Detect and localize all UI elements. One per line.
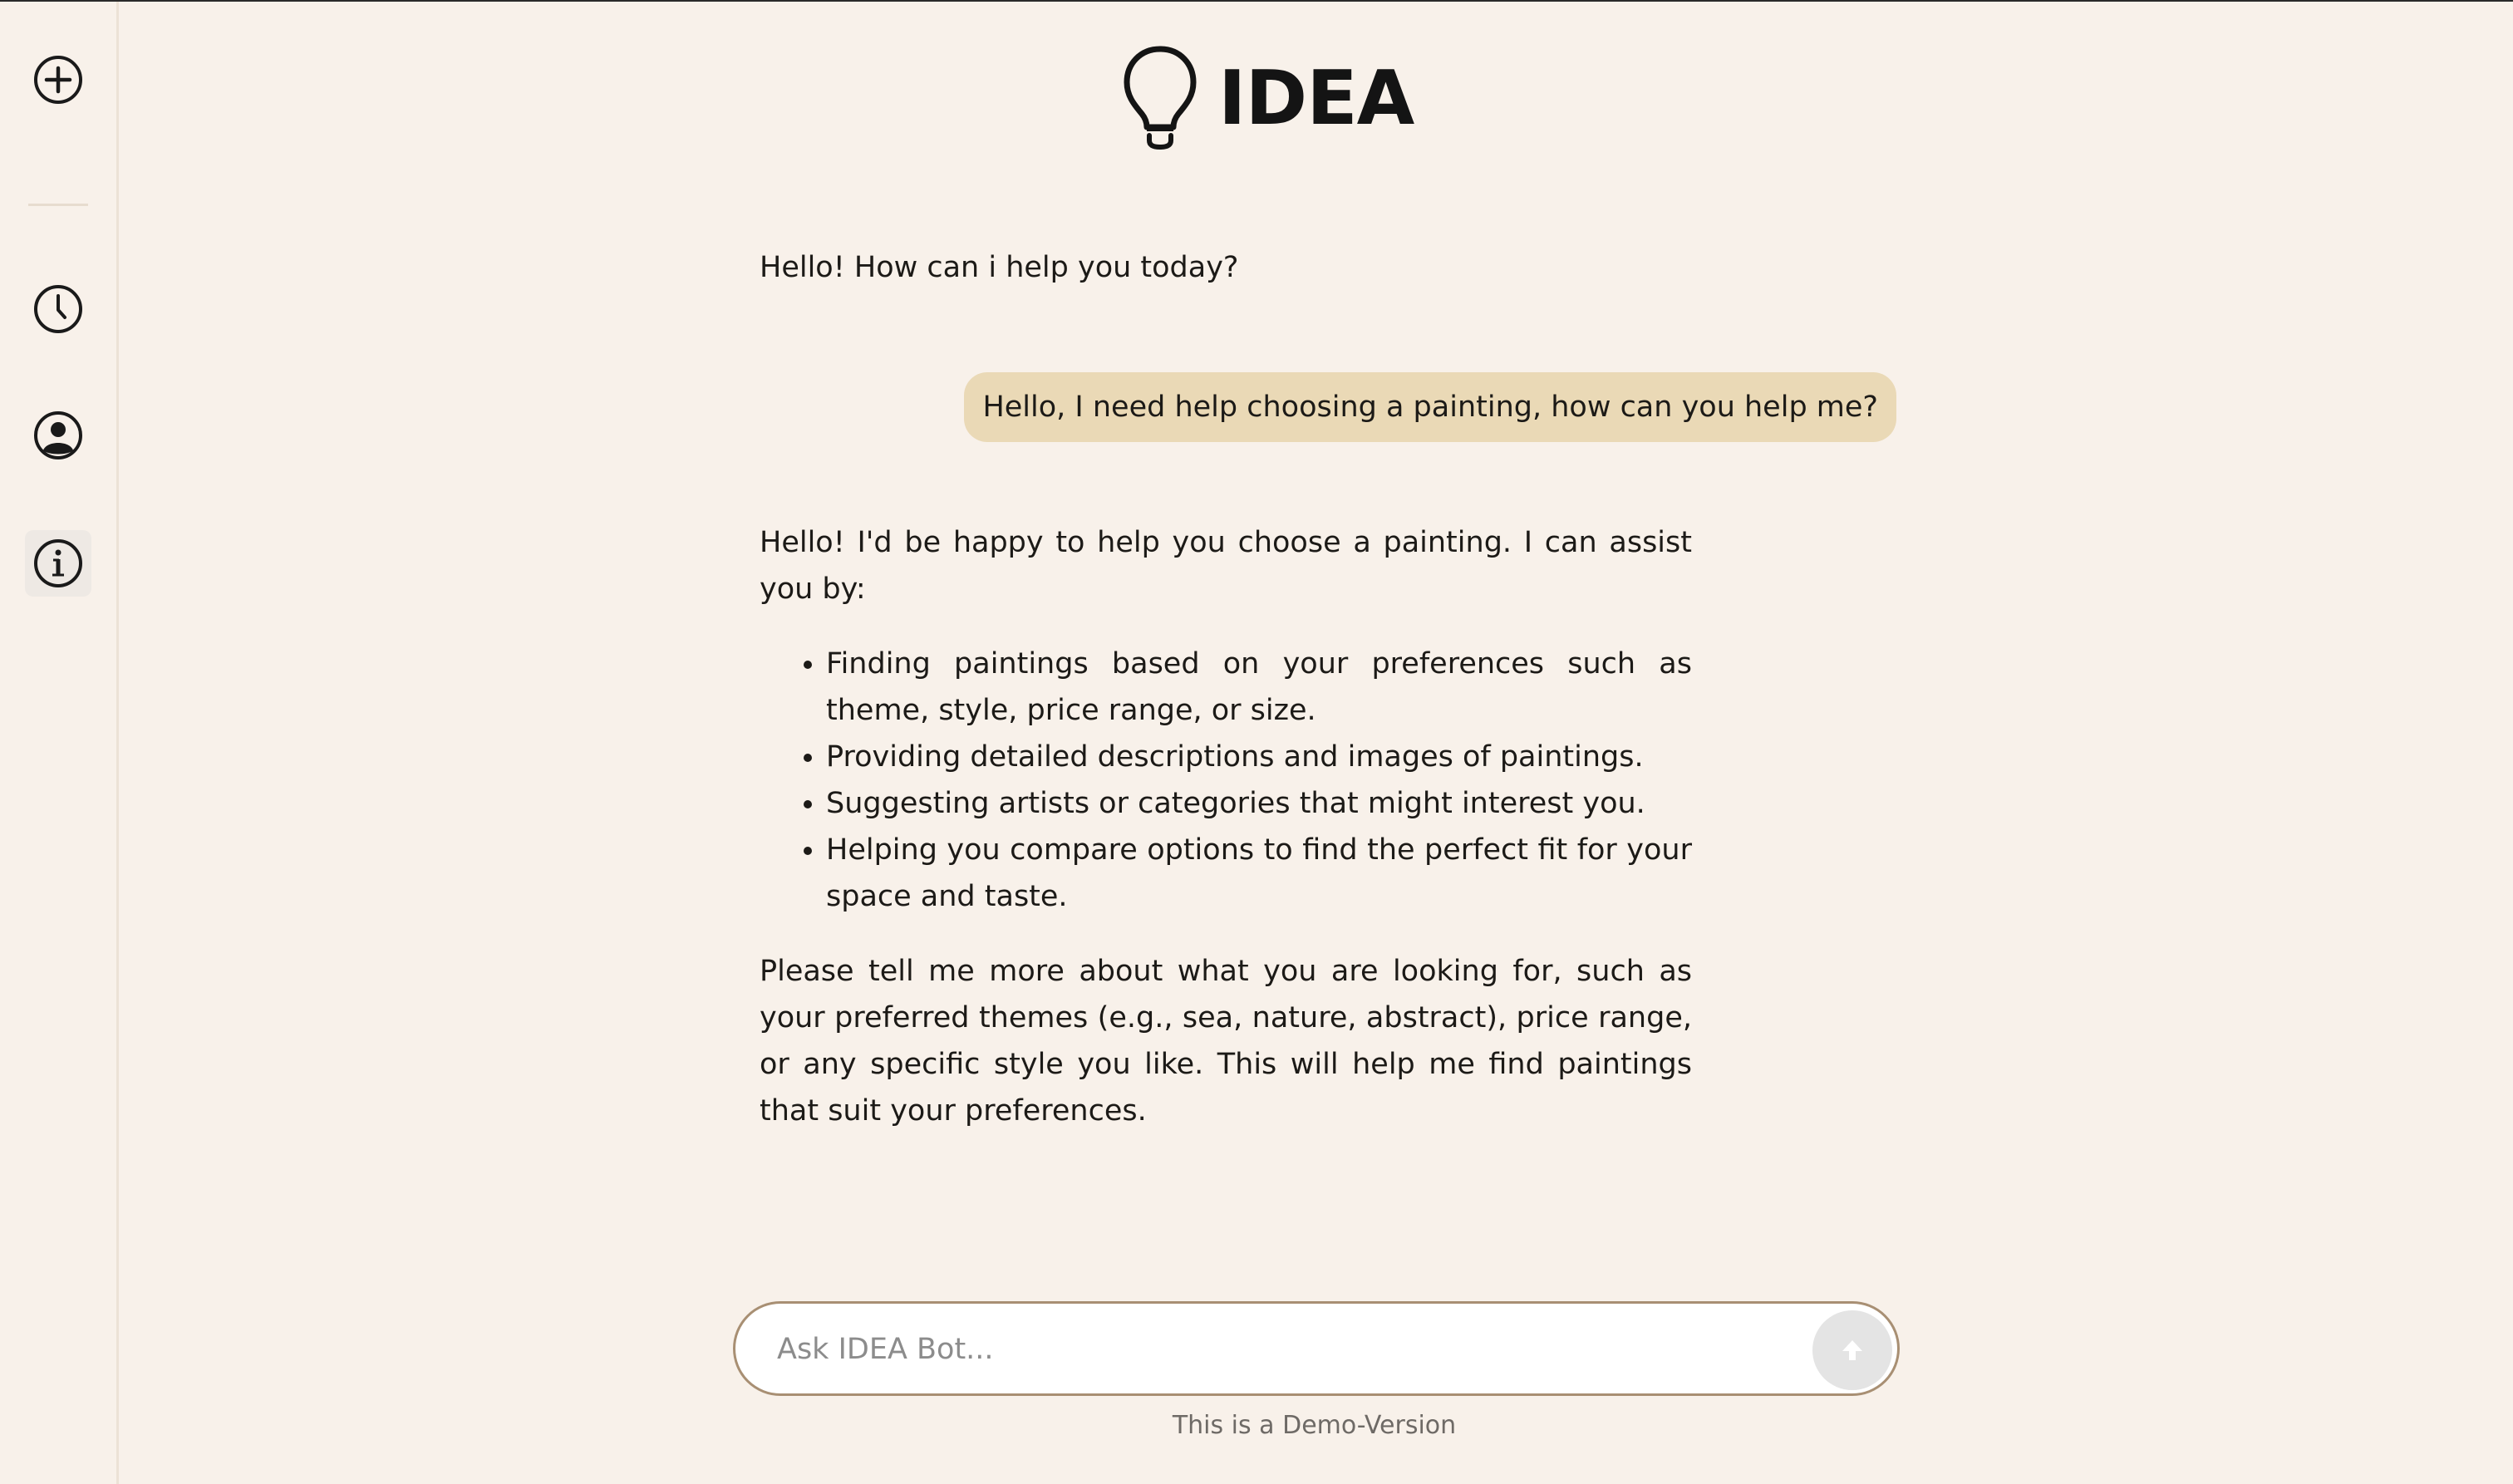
sidebar: [0, 2, 119, 1484]
bot-message-greeting: Hello! How can i help you today?: [760, 251, 1239, 284]
bot-message-reply: Hello! I'd be happy to help you choose a…: [760, 519, 1692, 1134]
bot-reply-outro: Please tell me more about what you are l…: [760, 955, 1692, 1128]
bot-reply-list: Finding paintings based on your preferen…: [760, 641, 1692, 920]
bot-reply-intro: Hello! I'd be happy to help you choose a…: [760, 526, 1692, 606]
profile-button[interactable]: [25, 402, 91, 469]
history-button[interactable]: [25, 276, 91, 342]
sidebar-divider: [28, 204, 88, 206]
app-logo: IDEA: [1120, 40, 1414, 156]
user-circle-icon: [34, 411, 82, 459]
logo-text: IDEA: [1218, 54, 1414, 142]
info-icon: [34, 539, 82, 587]
demo-version-note: This is a Demo-Version: [1172, 1411, 1457, 1440]
list-item: Suggesting artists or categories that mi…: [826, 780, 1692, 827]
send-button[interactable]: [1812, 1310, 1892, 1390]
lightbulb-icon: [1124, 46, 1197, 150]
message-composer: [733, 1301, 1900, 1396]
list-item: Helping you compare options to find the …: [826, 827, 1692, 920]
user-message-bubble: Hello, I need help choosing a painting, …: [964, 372, 1896, 442]
new-chat-button[interactable]: [25, 47, 91, 113]
list-item: Providing detailed descriptions and imag…: [826, 734, 1692, 780]
plus-circle-icon: [34, 56, 82, 104]
info-button[interactable]: [25, 530, 91, 597]
window-top-border: [0, 0, 2513, 2]
chat-input[interactable]: [775, 1324, 1709, 1375]
clock-icon: [34, 285, 82, 333]
list-item: Finding paintings based on your preferen…: [826, 641, 1692, 734]
arrow-up-icon: [1842, 1340, 1862, 1360]
